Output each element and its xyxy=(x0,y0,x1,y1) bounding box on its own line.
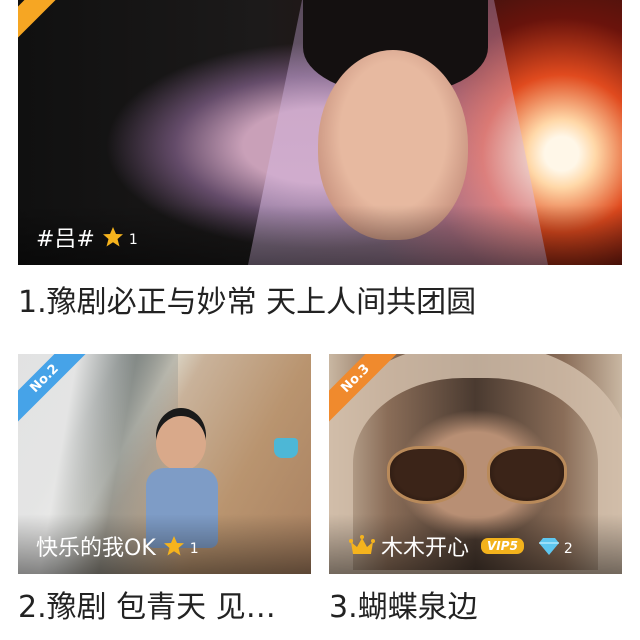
featured-card-1[interactable]: #吕# 1 xyxy=(18,0,622,265)
vip-badge: VIP5 xyxy=(481,538,524,554)
crown-icon xyxy=(349,535,375,554)
author-name: 木木开心 xyxy=(381,536,470,561)
card-caption: 木木开心 VIP5 2 xyxy=(349,530,573,562)
star-icon xyxy=(163,536,184,556)
card-title[interactable]: 2.豫剧 包青天 见… xyxy=(18,588,308,628)
star-count: 1 xyxy=(128,232,138,248)
author-name: #吕# xyxy=(36,227,95,252)
author-name: 快乐的我OK xyxy=(36,536,156,561)
diamond-icon xyxy=(538,538,559,555)
star-count: 1 xyxy=(189,541,199,557)
card-caption: #吕# 1 xyxy=(36,221,138,253)
star-icon xyxy=(102,227,123,247)
card-caption: 快乐的我OK 1 xyxy=(36,530,199,562)
diamond-count: 2 xyxy=(563,541,573,557)
card-title[interactable]: 3.蝴蝶泉边 xyxy=(329,588,622,628)
card-title[interactable]: 1.豫剧必正与妙常 天上人间共团圆 xyxy=(18,283,622,323)
featured-card-3[interactable]: No.3 木木开心 VIP5 2 xyxy=(329,354,622,574)
featured-card-2[interactable]: No.2 快乐的我OK 1 xyxy=(18,354,311,574)
